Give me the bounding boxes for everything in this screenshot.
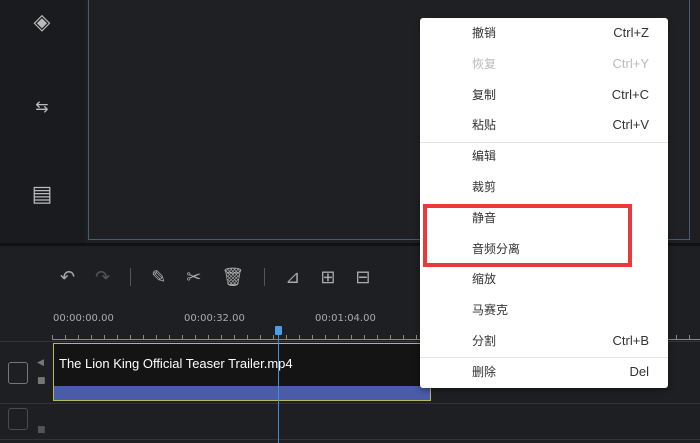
menu-item[interactable]: 删除 Del xyxy=(420,357,668,387)
split-icon[interactable]: ⊟ xyxy=(355,267,370,288)
menu-item-label: 撤销 xyxy=(472,26,497,40)
menu-item-shortcut: Ctrl+C xyxy=(611,86,649,102)
menu-item-label: 编辑 xyxy=(472,149,497,164)
audio-waveform-bar xyxy=(54,386,430,400)
context-menu: 撤销 Ctrl+Z 恢复 Ctrl+Y 复制 Ctrl+C 粘贴 Ctrl+V 编辑 裁剪 静音 音频… xyxy=(420,18,668,388)
cut-icon[interactable]: ✂ xyxy=(186,267,201,288)
menu-item-label: 缩放 xyxy=(472,272,497,287)
toolbar-separator xyxy=(130,268,132,286)
menu-item-label: 复制 xyxy=(472,87,497,102)
menu-item[interactable]: 裁剪 xyxy=(420,172,668,202)
video-clip[interactable]: The Lion King Official Teaser Trailer.mp… xyxy=(53,343,431,401)
undo-icon[interactable]: ↶ xyxy=(60,267,75,288)
menu-item-label: 粘贴 xyxy=(472,118,497,133)
clip-title: The Lion King Official Teaser Trailer.mp… xyxy=(59,356,293,371)
menu-item-label: 分割 xyxy=(472,334,497,348)
highlight-box xyxy=(423,204,632,267)
ruler-label: 00:00:32.00 xyxy=(184,313,245,324)
lock-icon[interactable]: ■ xyxy=(37,425,46,435)
menu-item[interactable]: 分割 Ctrl+B xyxy=(420,326,668,356)
lock-icon[interactable]: ■ xyxy=(37,376,46,386)
playhead-handle[interactable] xyxy=(275,326,282,335)
menu-item-label: 删除 xyxy=(472,364,497,379)
menu-item-label: 马赛克 xyxy=(472,303,509,318)
menu-separator xyxy=(420,141,668,143)
timeline-toolbar: ↶ ↷ ✎ ✂ 🗑 ⊿ ⊞ ⊟ xyxy=(60,262,371,292)
menu-item-label: 恢复 xyxy=(472,56,497,71)
menu-item-shortcut: Del xyxy=(629,363,649,379)
menu-item-label: 裁剪 xyxy=(472,180,497,194)
film-icon[interactable]: ▤ xyxy=(25,180,59,210)
video-track-icon xyxy=(8,408,28,430)
menu-item[interactable]: 复制 Ctrl+C xyxy=(420,80,668,110)
menu-item[interactable]: 粘贴 Ctrl+V xyxy=(420,110,668,140)
menu-item-shortcut: Ctrl+V xyxy=(612,117,649,133)
layers-icon[interactable]: ◈ xyxy=(25,8,59,38)
delete-icon[interactable]: 🗑 xyxy=(221,267,244,288)
menu-item[interactable]: 编辑 xyxy=(420,141,668,171)
ruler-label: 00:00:00.00 xyxy=(53,313,114,324)
menu-separator xyxy=(420,357,668,358)
redo-icon[interactable]: ↷ xyxy=(95,267,110,288)
crop-icon[interactable]: ⊿ xyxy=(285,267,300,288)
menu-item[interactable]: 马赛克 xyxy=(420,295,668,325)
sidebar: ◈ ⇆ ▤ xyxy=(0,0,85,243)
track-divider xyxy=(0,403,700,404)
volume-icon[interactable]: ◀ xyxy=(37,358,44,368)
ruler-label: 00:01:04.00 xyxy=(315,313,376,324)
toolbar-separator xyxy=(264,268,266,286)
video-track-icon xyxy=(8,362,28,384)
menu-item-shortcut: Ctrl+Y xyxy=(612,55,649,71)
menu-item-shortcut: Ctrl+B xyxy=(612,333,649,348)
menu-item-shortcut: Ctrl+Z xyxy=(613,25,649,40)
track-divider xyxy=(0,439,700,440)
menu-item[interactable]: 恢复 Ctrl+Y xyxy=(420,49,668,79)
playhead-line xyxy=(278,326,279,443)
edit-icon[interactable]: ✎ xyxy=(151,267,166,288)
zoom-frame-icon[interactable]: ⊞ xyxy=(320,267,335,288)
menu-item[interactable]: 缩放 xyxy=(420,264,668,294)
menu-item[interactable]: 撤销 Ctrl+Z xyxy=(420,18,668,48)
swap-arrows-icon[interactable]: ⇆ xyxy=(25,92,59,122)
